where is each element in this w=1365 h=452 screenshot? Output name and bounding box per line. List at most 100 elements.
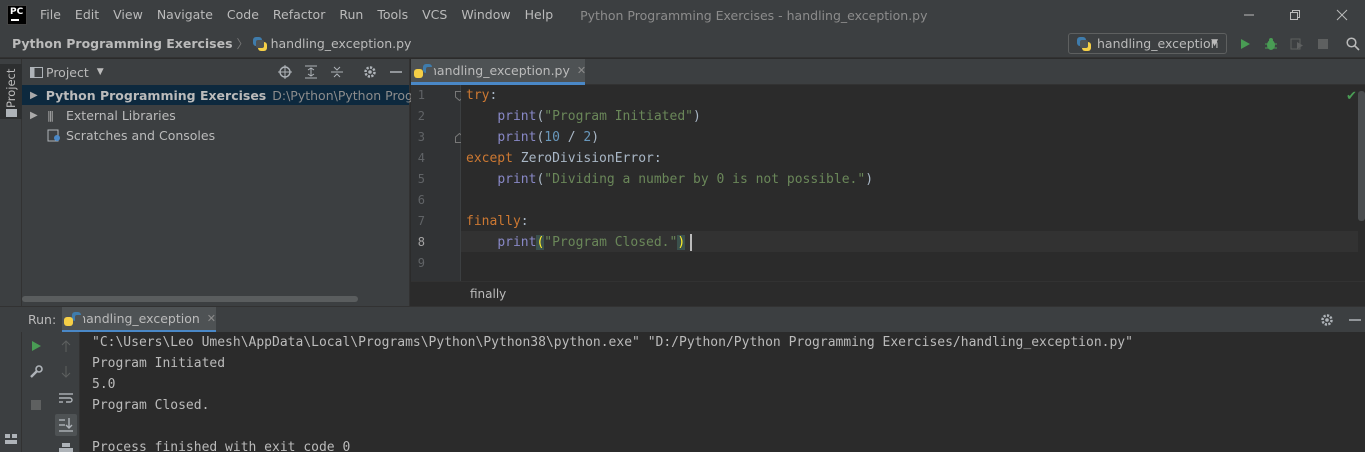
soft-wrap-button[interactable] xyxy=(57,389,75,407)
chevron-right-icon[interactable]: ▶ xyxy=(30,110,44,121)
collapse-all-icon xyxy=(331,66,343,78)
run-tab-handling-exception[interactable]: handling_exception ✕ xyxy=(62,307,216,333)
menu-vcs[interactable]: VCS xyxy=(415,0,454,30)
close-icon xyxy=(1336,9,1348,21)
editor-vertical-scrollbar[interactable] xyxy=(1358,85,1365,281)
printer-icon xyxy=(59,443,73,452)
project-view-icon xyxy=(30,67,43,78)
menu-file[interactable]: File xyxy=(33,0,68,30)
run-tab-label: handling_exception xyxy=(78,311,200,326)
tree-item-label: Scratches and Consoles xyxy=(66,127,216,143)
menu-view[interactable]: View xyxy=(106,0,150,30)
chevron-down-icon[interactable]: ▼ xyxy=(97,67,104,77)
editor-tab-label: handling_exception.py xyxy=(429,63,570,78)
run-configuration-select[interactable]: handling_exception ▼ xyxy=(1068,33,1227,54)
minimize-button[interactable] xyxy=(1226,0,1272,30)
breadcrumb-file[interactable]: handling_exception.py xyxy=(271,36,412,51)
gear-icon xyxy=(1321,314,1333,326)
scrollbar-thumb[interactable] xyxy=(1358,91,1365,221)
code-editor[interactable]: try: print("Program Initiated") print(10… xyxy=(461,85,1365,281)
run-toolbar-primary xyxy=(22,332,53,452)
bug-icon xyxy=(1265,38,1277,50)
library-icon: ||| xyxy=(47,108,54,122)
menu-tools[interactable]: Tools xyxy=(370,0,415,30)
project-view-title[interactable]: Project xyxy=(46,65,89,80)
console-line-exit: Process finished with exit code 0 xyxy=(92,440,351,452)
stop-run-button[interactable] xyxy=(27,396,45,414)
code-line-5: print("Dividing a number by 0 is not pos… xyxy=(497,172,874,187)
search-everywhere-button[interactable] xyxy=(1344,35,1362,53)
menu-code[interactable]: Code xyxy=(220,0,266,30)
coverage-icon xyxy=(1290,38,1303,50)
line-number: 5 xyxy=(417,172,425,186)
minimize-icon xyxy=(390,71,402,73)
menu-run[interactable]: Run xyxy=(332,0,370,30)
line-number: 7 xyxy=(417,214,425,228)
hide-panel-button[interactable] xyxy=(387,63,405,81)
breadcrumb-project[interactable]: Python Programming Exercises xyxy=(12,36,233,51)
menu-refactor[interactable]: Refactor xyxy=(266,0,332,30)
restore-button[interactable] xyxy=(1272,0,1318,30)
stop-icon xyxy=(1318,39,1328,49)
run-button[interactable] xyxy=(1236,35,1254,53)
print-button[interactable] xyxy=(57,440,75,452)
tree-item-project-root[interactable]: ▶ Python Programming Exercises D:\Python… xyxy=(22,85,461,105)
stop-button[interactable] xyxy=(1314,35,1332,53)
code-line-3: print(10 / 2) xyxy=(497,130,600,145)
console-line: Program Initiated xyxy=(92,356,226,371)
menu-help[interactable]: Help xyxy=(518,0,561,30)
collapse-all-button[interactable] xyxy=(328,63,346,81)
tree-item-label: External Libraries xyxy=(66,107,176,123)
edit-configuration-button[interactable] xyxy=(27,363,45,381)
scroll-to-end-button[interactable] xyxy=(55,414,77,436)
search-icon xyxy=(1346,37,1360,51)
tree-item-label: Python Programming Exercises xyxy=(45,87,267,103)
close-tab-icon[interactable]: ✕ xyxy=(577,64,586,77)
inspection-ok-icon[interactable]: ✔ xyxy=(1346,89,1357,104)
chevron-down-icon: ▼ xyxy=(1211,38,1218,48)
code-line-7: finally: xyxy=(466,214,529,229)
soft-wrap-icon xyxy=(59,393,73,403)
editor-tab-bar: handling_exception.py ✕ xyxy=(411,59,1365,85)
locate-file-button[interactable] xyxy=(276,63,294,81)
expand-all-button[interactable] xyxy=(302,63,320,81)
project-tool-window-button[interactable]: Project xyxy=(0,64,22,119)
menu-window[interactable]: Window xyxy=(454,0,517,30)
close-window-button[interactable] xyxy=(1319,0,1365,30)
horizontal-scrollbar[interactable] xyxy=(22,296,358,302)
tree-item-scratches[interactable]: Scratches and Consoles xyxy=(22,125,409,145)
run-toolbar-secondary xyxy=(53,332,80,452)
chevron-right-icon[interactable]: ▶ xyxy=(30,90,38,101)
menu-navigate[interactable]: Navigate xyxy=(150,0,220,30)
console-line: "C:\Users\Leo Umesh\AppData\Local\Progra… xyxy=(92,335,1133,350)
main-menu: File Edit View Navigate Code Refactor Ru… xyxy=(33,0,560,30)
window-title: Python Programming Exercises - handling_… xyxy=(580,7,928,23)
project-settings-button[interactable] xyxy=(361,63,379,81)
menu-edit[interactable]: Edit xyxy=(68,0,106,30)
debug-button[interactable] xyxy=(1262,35,1280,53)
restore-icon xyxy=(1290,10,1300,20)
bottom-left-stripe xyxy=(0,332,22,452)
line-number: 2 xyxy=(417,109,425,123)
run-console[interactable]: "C:\Users\Leo Umesh\AppData\Local\Progra… xyxy=(80,332,1365,452)
code-line-1: try: xyxy=(466,88,498,103)
rerun-button[interactable] xyxy=(27,337,45,355)
gear-icon xyxy=(364,66,376,78)
left-tool-stripe: Project xyxy=(0,59,22,306)
minimize-icon xyxy=(1244,14,1254,16)
structure-tool-button[interactable] xyxy=(2,430,20,448)
crosshair-icon xyxy=(278,65,292,79)
editor-tab-handling-exception[interactable]: handling_exception.py ✕ xyxy=(411,59,586,85)
scroll-up-button[interactable] xyxy=(57,337,75,355)
run-settings-button[interactable] xyxy=(1318,311,1336,329)
pycharm-logo-icon[interactable]: PC xyxy=(7,5,27,25)
project-stripe-label: Project xyxy=(4,68,18,108)
run-with-coverage-button[interactable] xyxy=(1288,35,1306,53)
hide-run-window-button[interactable] xyxy=(1346,311,1364,329)
editor-breadcrumb-finally[interactable]: finally xyxy=(470,287,506,301)
close-tab-icon[interactable]: ✕ xyxy=(207,312,216,325)
play-icon xyxy=(1241,39,1250,49)
line-number: 6 xyxy=(417,193,425,207)
tree-item-external-libraries[interactable]: ▶ ||| External Libraries xyxy=(22,105,409,125)
scroll-down-button[interactable] xyxy=(57,363,75,381)
